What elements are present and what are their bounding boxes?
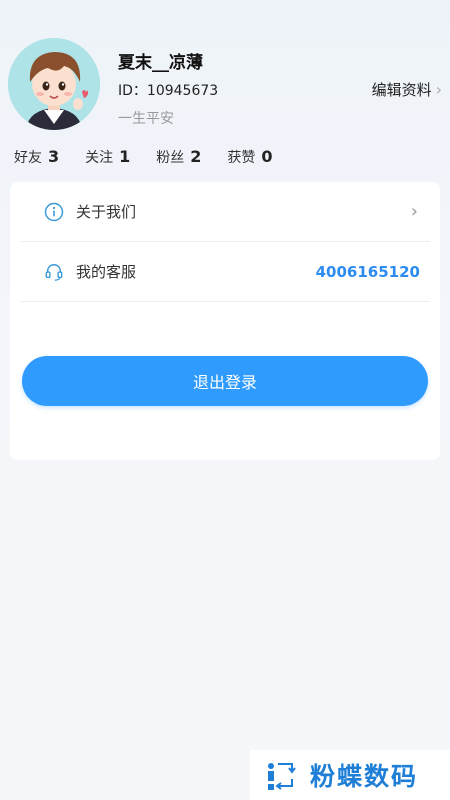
headset-icon [44, 262, 64, 282]
stat-friends[interactable]: 好友 3 [14, 147, 59, 167]
watermark-logo: 粉蝶数码 [250, 750, 450, 800]
menu-item-label: 我的客服 [76, 263, 137, 281]
edit-profile-link[interactable]: 编辑资料 › [372, 79, 442, 100]
menu-item-customer-service[interactable]: 我的客服 4006165120 [20, 242, 430, 302]
menu-card: 关于我们 › 我的客服 4006165120 退出登录 [10, 182, 440, 460]
chevron-right-icon: › [435, 80, 442, 99]
avatar-illustration [8, 38, 100, 130]
chevron-right-icon: › [410, 201, 418, 222]
stat-value: 2 [190, 147, 202, 166]
stat-label: 获赞 [227, 150, 256, 166]
username: 夏末__凉薄 [118, 53, 203, 73]
info-icon [44, 202, 64, 222]
watermark-icon [268, 763, 296, 790]
stat-likes[interactable]: 获赞 0 [227, 147, 272, 167]
user-motto: 一生平安 [118, 111, 174, 127]
user-id: ID：10945673 [118, 83, 219, 99]
stats-bar: 好友 3 关注 1 粉丝 2 获赞 0 [14, 147, 299, 167]
service-phone-number[interactable]: 4006165120 [316, 263, 420, 281]
stat-label: 粉丝 [156, 150, 185, 166]
avatar[interactable] [8, 38, 100, 130]
profile-header: 夏末__凉薄 ID：10945673 一生平安 编辑资料 › 好友 3 关注 1… [0, 0, 450, 180]
menu-item-about[interactable]: 关于我们 › [20, 182, 430, 242]
menu-item-label: 关于我们 [76, 203, 137, 221]
stat-value: 3 [48, 147, 60, 166]
stat-label: 好友 [14, 150, 42, 166]
stat-label: 关注 [85, 150, 114, 166]
stat-fans[interactable]: 粉丝 2 [156, 147, 201, 167]
stat-following[interactable]: 关注 1 [85, 147, 130, 167]
watermark-text: 粉蝶数码 [310, 762, 419, 791]
stat-value: 0 [261, 147, 273, 166]
edit-profile-label: 编辑资料 [371, 81, 432, 99]
logout-button[interactable]: 退出登录 [22, 356, 428, 406]
stat-value: 1 [119, 147, 131, 166]
